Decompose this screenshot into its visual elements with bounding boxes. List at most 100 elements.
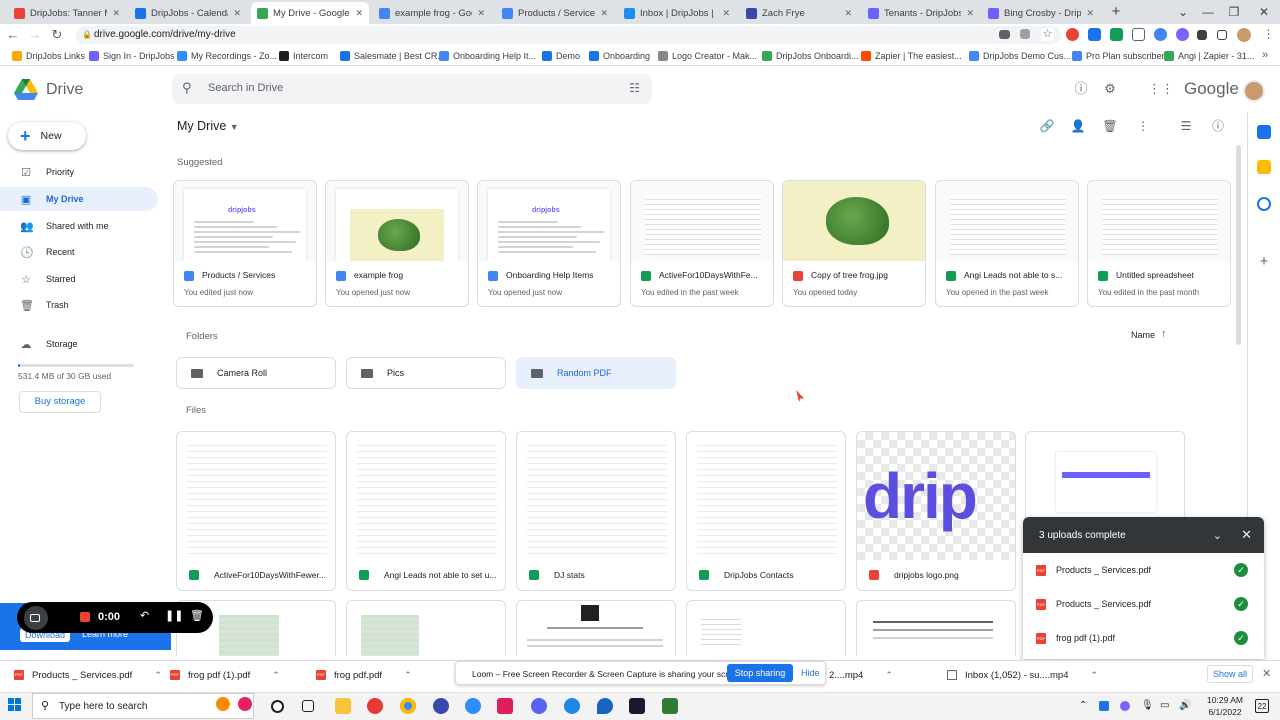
bookmark-item[interactable]: Onboarding bbox=[589, 49, 650, 63]
ext-icon-3[interactable] bbox=[1110, 28, 1123, 41]
add-app-icon[interactable]: + bbox=[1257, 254, 1271, 269]
tab-2[interactable]: My Drive - Google Dri ✕ bbox=[251, 2, 369, 24]
tray-chevron-icon[interactable]: ⌃ bbox=[1079, 700, 1087, 711]
weather-widget-icon[interactable] bbox=[216, 697, 230, 711]
stop-sharing-button[interactable]: Stop sharing bbox=[727, 664, 793, 682]
chevron-up-icon[interactable]: ⌃ bbox=[154, 670, 162, 681]
loom-pause-icon[interactable]: ❚❚ bbox=[165, 609, 183, 622]
cortana-icon[interactable] bbox=[271, 700, 284, 713]
slack-icon[interactable] bbox=[497, 698, 513, 714]
suggested-file-card[interactable]: Untitled spreadsheet You edited in the pa… bbox=[1087, 180, 1231, 307]
suggested-file-card[interactable]: dripjobs Products / Services You edited ju… bbox=[173, 180, 317, 307]
app-icon-m[interactable] bbox=[629, 698, 645, 714]
folder-item[interactable]: Camera Roll bbox=[176, 357, 336, 389]
file-card[interactable]: ActiveFor10DaysWithFewer... bbox=[176, 431, 336, 591]
ext-icon-2[interactable] bbox=[1088, 28, 1101, 41]
notification-count[interactable]: 22 bbox=[1255, 699, 1269, 713]
close-downloads-icon[interactable]: ✕ bbox=[1262, 667, 1271, 680]
sidebar-item-recent[interactable]: 🕓 Recent bbox=[0, 240, 158, 264]
bookmark-item[interactable]: Zapier | The easiest... bbox=[861, 49, 962, 63]
close-tab-icon[interactable]: ✕ bbox=[844, 8, 852, 19]
bookmark-item[interactable]: DripJobs Links bbox=[12, 49, 85, 63]
chevron-up-icon[interactable]: ⌃ bbox=[404, 670, 412, 681]
discord-icon[interactable] bbox=[531, 698, 547, 714]
chevron-up-icon[interactable]: ⌃ bbox=[885, 670, 893, 681]
app-icon[interactable] bbox=[597, 698, 613, 714]
ext-icon-1[interactable] bbox=[1066, 28, 1079, 41]
ext-icon-6[interactable] bbox=[1176, 28, 1189, 41]
bookmark-item[interactable]: Intercom bbox=[279, 49, 328, 63]
close-window-button[interactable]: ✕ bbox=[1254, 2, 1274, 22]
file-card[interactable]: DripJobs Contacts bbox=[686, 431, 846, 591]
windows-start-icon[interactable] bbox=[8, 698, 22, 712]
new-button[interactable]: + New bbox=[8, 122, 86, 150]
browser-menu-icon[interactable]: ⋮ bbox=[1262, 28, 1275, 41]
help-icon[interactable]: ⓘ bbox=[1071, 79, 1091, 99]
tab-5[interactable]: Inbox | DripJobs | Inte ✕ bbox=[618, 2, 736, 24]
suggested-file-card[interactable]: ActiveFor10DaysWithFe... You edited in th… bbox=[630, 180, 774, 307]
close-uploads-icon[interactable]: ✕ bbox=[1241, 527, 1252, 543]
more-actions-icon[interactable]: ⋮ bbox=[1134, 117, 1152, 135]
widget-icon[interactable] bbox=[238, 697, 252, 711]
terminal-icon[interactable] bbox=[662, 698, 678, 714]
suggested-file-card[interactable]: Angi Leads not able to s... You opened in… bbox=[935, 180, 1079, 307]
share-icon[interactable] bbox=[1020, 29, 1030, 39]
close-tab-icon[interactable]: ✕ bbox=[112, 8, 120, 19]
list-view-icon[interactable]: ☰ bbox=[1177, 117, 1195, 135]
tab-1[interactable]: DripJobs - Calendar - ✕ bbox=[129, 2, 247, 24]
loom-undo-icon[interactable]: ↶ bbox=[140, 609, 149, 622]
ext-icon-5[interactable] bbox=[1154, 28, 1167, 41]
settings-gear-icon[interactable]: ⚙ bbox=[1100, 79, 1120, 99]
tab-8[interactable]: Bing Crosby - DripJob ✕ bbox=[982, 2, 1100, 24]
drive-logo[interactable]: Drive bbox=[14, 79, 83, 100]
upload-item[interactable]: PDF Products _ Services.pdf ✓ bbox=[1023, 587, 1264, 621]
download-item[interactable]: PDF frog pdf (1).pdf ⌃ bbox=[170, 668, 280, 682]
file-card[interactable] bbox=[686, 600, 846, 656]
ext-icon-4[interactable] bbox=[1132, 28, 1145, 41]
star-bookmark-icon[interactable]: ☆ bbox=[1041, 28, 1054, 41]
scrollbar[interactable] bbox=[1236, 145, 1241, 345]
new-tab-button[interactable]: + bbox=[1107, 3, 1125, 21]
details-info-icon[interactable]: ⓘ bbox=[1209, 117, 1227, 135]
microphone-icon[interactable]: 🎙 bbox=[1141, 700, 1154, 711]
loom-camera-button[interactable] bbox=[24, 606, 48, 630]
download-item[interactable]: PDF Products _ Services.pdf ⌃ bbox=[14, 668, 162, 682]
chevron-up-icon[interactable]: ⌃ bbox=[272, 670, 280, 681]
minimize-button[interactable]: — bbox=[1198, 2, 1218, 22]
reload-icon[interactable]: ↻ bbox=[48, 26, 66, 44]
keep-app-icon[interactable] bbox=[1257, 160, 1271, 174]
download-item[interactable]: PDF frog pdf.pdf ⌃ bbox=[316, 668, 412, 682]
chrome-icon[interactable] bbox=[400, 698, 416, 714]
bookmark-item[interactable]: DripJobs Demo Cus... bbox=[969, 49, 1071, 63]
file-explorer-icon[interactable] bbox=[335, 698, 351, 714]
extensions-puzzle-icon[interactable] bbox=[1197, 30, 1207, 40]
hide-notice-button[interactable]: Hide bbox=[801, 668, 820, 678]
taskbar-clock[interactable]: 10:29 AM 6/1/2022 bbox=[1203, 694, 1247, 718]
close-tab-icon[interactable]: ✕ bbox=[966, 8, 974, 19]
sidebar-item-priority[interactable]: ☑ Priority bbox=[0, 160, 158, 184]
chat-app-icon[interactable] bbox=[564, 698, 580, 714]
suggested-file-card[interactable]: example frog You opened just now bbox=[325, 180, 469, 307]
page-title[interactable]: My Drive ▼ bbox=[177, 119, 239, 133]
close-tab-icon[interactable]: ✕ bbox=[600, 8, 608, 19]
tray-app-icon-2[interactable] bbox=[1120, 701, 1130, 711]
tab-6[interactable]: Zach Frye ✕ bbox=[740, 2, 858, 24]
sort-direction-icon[interactable]: ↑ bbox=[1161, 328, 1167, 340]
close-tab-icon[interactable]: ✕ bbox=[1086, 8, 1094, 19]
loom-stop-record-button[interactable] bbox=[80, 612, 90, 622]
bookmark-item[interactable]: Demo bbox=[542, 49, 580, 63]
calendar-app-icon[interactable] bbox=[1257, 125, 1271, 139]
search-icon[interactable]: ⚲ bbox=[182, 80, 192, 96]
tasks-app-icon[interactable] bbox=[1257, 197, 1271, 211]
sidebar-item-my-drive[interactable]: ▣ My Drive bbox=[0, 187, 158, 211]
bookmark-item[interactable]: Onboarding Help It... bbox=[439, 49, 536, 63]
sidebar-item-shared-with-me[interactable]: 👥 Shared with me bbox=[0, 214, 158, 238]
maximize-button[interactable]: ❐ bbox=[1224, 2, 1244, 22]
back-icon[interactable]: ← bbox=[4, 26, 22, 44]
file-card[interactable] bbox=[346, 600, 506, 656]
file-card[interactable]: DJ stats bbox=[516, 431, 676, 591]
show-all-downloads-button[interactable]: Show all bbox=[1207, 665, 1253, 683]
tab-3[interactable]: example frog - Google ✕ bbox=[373, 2, 491, 24]
tray-app-icon[interactable] bbox=[1099, 701, 1109, 711]
sidebar-item-storage[interactable]: ☁ Storage bbox=[0, 332, 158, 356]
